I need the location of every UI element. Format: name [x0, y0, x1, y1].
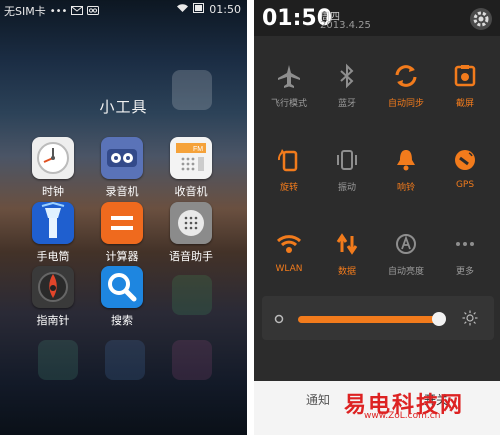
- app-clock[interactable]: 时钟: [21, 137, 85, 199]
- carrier-text: 无SIM卡: [4, 5, 46, 18]
- tab-notifications[interactable]: 通知: [306, 391, 330, 408]
- toggle-label: GPS: [455, 180, 475, 190]
- toggle-airplane-mode[interactable]: 飞行模式: [261, 40, 317, 120]
- app-voice-assistant[interactable]: 语音助手: [159, 202, 223, 264]
- airplane-icon: [278, 65, 300, 88]
- toggle-label: 振动: [337, 183, 356, 193]
- toggle-rotate[interactable]: 旋转: [261, 124, 317, 204]
- toggle-vibrate[interactable]: 振动: [319, 124, 375, 204]
- calculator-icon: [101, 202, 143, 244]
- app-radio[interactable]: FM 收音机: [159, 137, 223, 199]
- toggle-wlan[interactable]: WLAN: [261, 208, 317, 288]
- vibrate-icon: [337, 150, 357, 170]
- status-time: 01:50: [209, 3, 241, 16]
- quick-settings-panel: 01:50 周四 2013.4.25 飞行模式 蓝牙 自动同步 截屏 旋转 振动…: [254, 0, 500, 435]
- brightness-fill: [298, 316, 439, 323]
- rotate-icon: [277, 149, 298, 172]
- app-label: 指南针: [36, 314, 70, 327]
- background-app-blur: [38, 340, 78, 380]
- flashlight-icon: [32, 201, 74, 244]
- toggle-auto-sync[interactable]: 自动同步: [378, 40, 434, 120]
- wifi-signal-icon: [176, 3, 189, 16]
- search-icon: [101, 266, 143, 308]
- settings-gear-icon[interactable]: [470, 8, 492, 30]
- app-flashlight[interactable]: 手电筒: [21, 201, 85, 264]
- toggle-gps[interactable]: GPS: [437, 124, 493, 204]
- brightness-track: [298, 312, 446, 326]
- message-icon: [71, 5, 84, 18]
- app-label: 手电筒: [36, 250, 70, 263]
- toggle-label: 自动亮度: [387, 267, 424, 277]
- status-bar: 无SIM卡 ••• 01:50: [0, 0, 247, 20]
- data-icon: [336, 233, 358, 255]
- auto-brightness-icon: [396, 234, 416, 254]
- recorder-icon: [101, 137, 143, 179]
- bluetooth-icon: [340, 63, 354, 89]
- background-app-blur: [105, 340, 145, 380]
- screenshot-icon: [454, 65, 476, 87]
- toggle-grid: 飞行模式 蓝牙 自动同步 截屏 旋转 振动 响铃 GPS WLAN 数据 自动亮…: [257, 38, 495, 288]
- toggle-label: 更多: [455, 267, 474, 277]
- brightness-handle[interactable]: [431, 312, 446, 326]
- toggle-bluetooth[interactable]: 蓝牙: [319, 40, 375, 120]
- gps-icon: [455, 150, 475, 170]
- app-label: 时钟: [42, 185, 64, 198]
- toggle-label: 截屏: [455, 99, 474, 109]
- battery-icon: [193, 3, 205, 16]
- sync-icon: [395, 65, 417, 87]
- app-label: 计算器: [105, 250, 139, 263]
- clock-icon: [32, 137, 74, 179]
- app-compass[interactable]: 指南针: [21, 266, 85, 328]
- toggle-label: 蓝牙: [337, 99, 356, 109]
- app-calculator[interactable]: 计算器: [90, 202, 154, 264]
- background-app-blur: [172, 340, 212, 380]
- toggle-label: 飞行模式: [270, 99, 307, 109]
- wifi-icon: [276, 235, 302, 253]
- app-search[interactable]: 搜索: [90, 266, 154, 328]
- brightness-slider[interactable]: [262, 296, 494, 340]
- voice-assistant-icon: [170, 202, 212, 244]
- compass-icon: [32, 266, 74, 308]
- home-screen-folder-view: 无SIM卡 ••• 01:50 小工具 时钟 录音机 FM 收音机 手电筒 计算…: [0, 0, 247, 435]
- voicemail-icon: [87, 5, 100, 18]
- brightness-low-icon: [274, 314, 284, 324]
- background-app-blur: [172, 275, 212, 315]
- panel-header: 01:50 周四 2013.4.25: [254, 0, 500, 36]
- notification-dots-icon: •••: [49, 5, 68, 17]
- more-icon: [456, 242, 474, 246]
- bell-icon: [397, 150, 415, 171]
- toggle-label: 旋转: [279, 183, 298, 193]
- folder-title: 小工具: [99, 98, 148, 116]
- watermark-url: www.ZoL.com.cn: [364, 411, 441, 421]
- brightness-high-icon: [462, 310, 478, 326]
- toggle-data[interactable]: 数据: [319, 208, 375, 288]
- app-label: 搜索: [111, 314, 133, 327]
- svg-text:FM: FM: [193, 146, 203, 153]
- toggle-screenshot[interactable]: 截屏: [437, 40, 493, 120]
- date: 2013.4.25: [320, 20, 371, 31]
- app-label: 语音助手: [169, 250, 213, 263]
- toggle-auto-brightness[interactable]: 自动亮度: [378, 208, 434, 288]
- toggle-label: 响铃: [396, 183, 415, 193]
- app-recorder[interactable]: 录音机: [90, 137, 154, 199]
- radio-icon: FM: [170, 137, 212, 179]
- toggle-more[interactable]: 更多: [437, 208, 493, 288]
- toggle-label: 数据: [337, 267, 356, 277]
- toggle-label: 自动同步: [387, 99, 424, 109]
- toggle-label: WLAN: [275, 264, 303, 274]
- toggle-ringer[interactable]: 响铃: [378, 124, 434, 204]
- panel-tabs: 通知 开关 易电科技网 www.ZoL.com.cn: [254, 381, 500, 435]
- app-label: 录音机: [105, 185, 139, 198]
- app-label: 收音机: [174, 185, 208, 198]
